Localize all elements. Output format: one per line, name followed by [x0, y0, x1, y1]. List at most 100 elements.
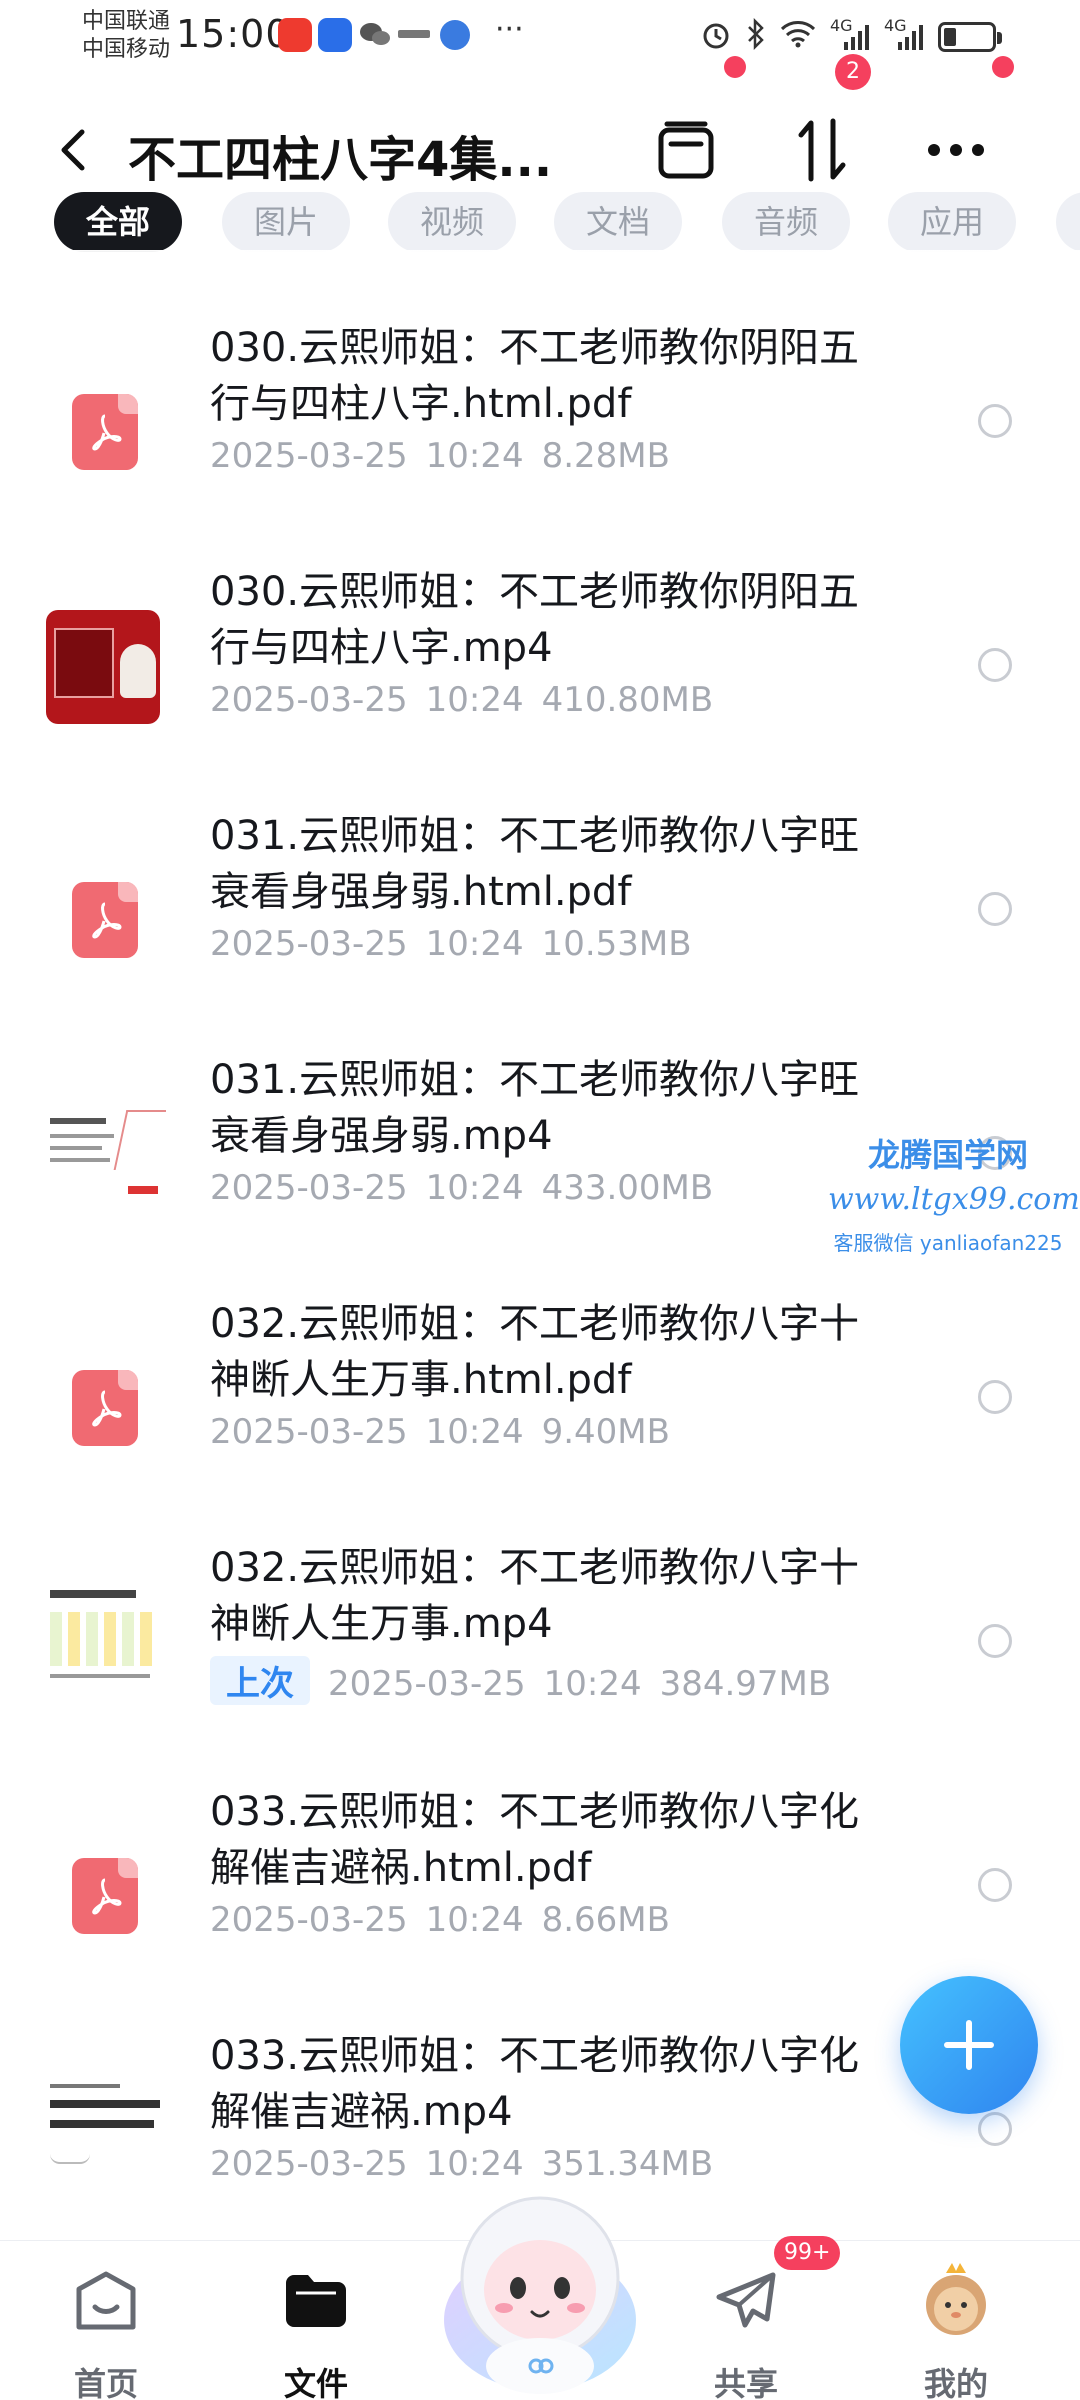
file-time: 10:24	[425, 1168, 524, 1208]
file-meta: 2025-03-25 10:24 8.28MB	[210, 436, 688, 476]
more-notifications-icon: ···	[495, 12, 524, 47]
nav-share[interactable]: 共享	[666, 2255, 826, 2400]
file-size: 9.40MB	[541, 1412, 670, 1452]
watermark-title: 龙腾国学网	[867, 1136, 1028, 1174]
file-name: 032.云熙师姐：不工老师教你八字十神断人生万事.mp4	[210, 1545, 860, 1647]
thumbnail-line	[50, 1118, 106, 1124]
category-tabs: 全部 图片 视频 文档 音频 应用	[0, 192, 1080, 256]
thumbnail-handwriting	[113, 1110, 166, 1170]
status-time: 15:00	[176, 12, 291, 56]
watermark-contact: 客服微信 yanliaofan225	[833, 1231, 1063, 1255]
tab-apps[interactable]: 应用	[888, 192, 1016, 252]
select-radio[interactable]	[978, 1380, 1012, 1414]
network-type: 4G	[830, 16, 853, 35]
thumbnail-red-mark	[128, 1186, 158, 1194]
file-time: 10:24	[543, 1664, 642, 1704]
nav-home[interactable]: 首页	[26, 2255, 186, 2400]
thumbnail-line	[50, 1674, 150, 1678]
file-time: 10:24	[425, 436, 524, 476]
sort-badge: 2	[835, 54, 871, 90]
tab-images[interactable]: 图片	[222, 192, 350, 252]
file-date: 2025-03-25	[210, 924, 408, 964]
file-time: 10:24	[425, 924, 524, 964]
select-radio[interactable]	[978, 2112, 1012, 2146]
file-size: 8.66MB	[541, 1900, 670, 1940]
file-date: 2025-03-25	[210, 1412, 408, 1452]
file-row[interactable]: 031.云熙师姐：不工老师教你八字旺衰看身强身弱.html.pdf 2025-0…	[0, 788, 1080, 1032]
file-name: 032.云熙师姐：不工老师教你八字十神断人生万事.html.pdf	[210, 1301, 860, 1403]
watermark-url: www.ltgx99.com	[828, 1182, 1080, 1217]
file-row[interactable]: 030.云熙师姐：不工老师教你阴阳五行与四柱八字.html.pdf 2025-0…	[0, 300, 1080, 544]
nav-me[interactable]: 我的	[876, 2255, 1036, 2400]
page-title: 不工四柱八字4集...	[128, 132, 553, 188]
file-row[interactable]: 032.云熙师姐：不工老师教你八字十神断人生万事.html.pdf 2025-0…	[0, 1276, 1080, 1520]
file-time: 10:24	[425, 680, 524, 720]
nav-label: 我的	[923, 2365, 988, 2400]
thumbnail-line	[50, 2120, 154, 2128]
app-notification-icon	[278, 18, 312, 52]
battery-icon	[938, 22, 1002, 52]
pdf-icon	[44, 858, 162, 976]
watermark: 龙腾国学网 www.ltgx99.com 客服微信 yanliaofan225	[828, 1130, 1080, 1256]
alarm-icon	[700, 18, 732, 56]
thumbnail-line	[50, 1146, 102, 1150]
file-date: 2025-03-25	[210, 680, 408, 720]
select-radio[interactable]	[978, 892, 1012, 926]
file-time: 10:24	[425, 1900, 524, 1940]
file-row[interactable]: 032.云熙师姐：不工老师教你八字十神断人生万事.mp4 上次 2025-03-2…	[0, 1520, 1080, 1764]
select-radio[interactable]	[978, 1624, 1012, 1658]
tab-documents[interactable]: 文档	[554, 192, 682, 252]
thumbnail-line	[50, 2100, 160, 2108]
tab-more[interactable]	[1056, 192, 1080, 252]
file-date: 2025-03-25	[210, 2144, 408, 2184]
file-meta: 2025-03-25 10:24 8.66MB	[210, 1900, 688, 1940]
carrier-info: 中国联通 中国移动	[82, 8, 170, 64]
file-size: 384.97MB	[659, 1664, 832, 1704]
pdf-icon	[44, 1346, 162, 1464]
thumbnail-line	[50, 1590, 136, 1598]
thumbnail-line	[50, 1134, 114, 1138]
file-name: 031.云熙师姐：不工老师教你八字旺衰看身强身弱.mp4	[210, 1057, 860, 1159]
select-radio[interactable]	[978, 1868, 1012, 1902]
sort-button[interactable]	[782, 110, 862, 190]
notification-icon	[398, 30, 430, 38]
signal-icon: 4G	[830, 16, 870, 52]
more-options-button[interactable]	[916, 110, 996, 190]
last-played-tag: 上次	[210, 1656, 310, 1705]
file-name: 033.云熙师姐：不工老师教你八字化解催吉避祸.html.pdf	[210, 1789, 860, 1891]
tab-videos[interactable]: 视频	[388, 192, 516, 252]
carrier-1: 中国联通	[82, 9, 171, 34]
app-header: 不工四柱八字4集... 2	[0, 54, 1080, 210]
app-notification-icon	[318, 18, 352, 52]
thumbnail-line	[50, 2084, 120, 2088]
thumbnail-figure	[120, 644, 156, 698]
video-thumbnail	[46, 1582, 164, 1702]
wifi-icon	[780, 20, 816, 54]
file-time: 10:24	[425, 1412, 524, 1452]
back-button[interactable]	[52, 118, 100, 182]
add-button[interactable]	[900, 1976, 1038, 2114]
ai-assistant-mascot[interactable]	[432, 2170, 648, 2400]
video-thumbnail	[46, 1092, 166, 1212]
file-list: 030.云熙师姐：不工老师教你阴阳五行与四柱八字.html.pdf 2025-0…	[0, 300, 1080, 2220]
tab-all[interactable]: 全部	[54, 192, 182, 252]
pdf-icon	[44, 370, 162, 488]
file-row[interactable]: 030.云熙师姐：不工老师教你阴阳五行与四柱八字.mp4 2025-03-25 1…	[0, 544, 1080, 788]
wechat-icon	[358, 18, 392, 52]
bluetooth-icon	[746, 17, 766, 56]
select-radio[interactable]	[978, 648, 1012, 682]
nav-label: 文件	[283, 2365, 348, 2400]
nav-label: 首页	[73, 2365, 138, 2400]
file-date: 2025-03-25	[328, 1664, 526, 1704]
thumbnail-table	[50, 1612, 156, 1666]
file-row[interactable]: 033.云熙师姐：不工老师教你八字化解催吉避祸.html.pdf 2025-03…	[0, 1764, 1080, 2008]
nav-files[interactable]: 文件	[236, 2255, 396, 2400]
file-size: 8.28MB	[541, 436, 670, 476]
archive-button[interactable]	[646, 110, 726, 190]
browser-icon	[440, 20, 470, 50]
file-size: 433.00MB	[541, 1168, 714, 1208]
file-meta: 2025-03-25 10:24 410.80MB	[210, 680, 731, 720]
avatar-icon	[926, 2263, 986, 2335]
tab-audio[interactable]: 音频	[722, 192, 850, 252]
select-radio[interactable]	[978, 404, 1012, 438]
